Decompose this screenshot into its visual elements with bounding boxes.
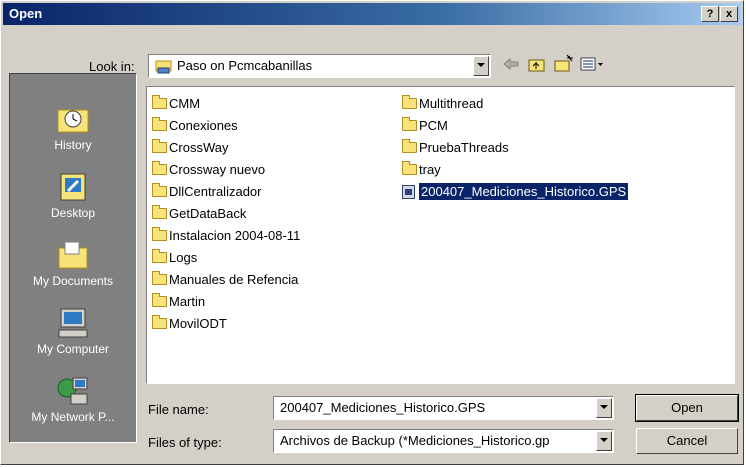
folder-icon <box>152 293 167 307</box>
file-type-value: Archivos de Backup (*Mediciones_Historic… <box>280 433 550 448</box>
up-one-level-icon[interactable] <box>527 54 547 74</box>
folder-item[interactable]: tray <box>401 159 628 181</box>
my-network-places-icon <box>57 377 88 405</box>
desktop-icon <box>60 173 86 201</box>
look-in-dropdown-button[interactable] <box>473 56 489 76</box>
places-my-network-label: My Network P... <box>31 410 115 424</box>
open-button[interactable]: Open <box>635 394 739 422</box>
folder-item[interactable]: GetDataBack <box>151 203 300 225</box>
folder-item[interactable]: MovilODT <box>151 313 300 335</box>
view-menu-icon[interactable] <box>579 54 605 74</box>
file-name-label: File name: <box>148 402 209 417</box>
file-item-selected[interactable]: 200407_Mediciones_Historico.GPS <box>401 181 629 203</box>
folder-icon <box>152 227 167 241</box>
folder-item[interactable]: Instalacion 2004-08-11 <box>151 225 300 247</box>
folder-icon <box>152 95 167 109</box>
folder-icon <box>152 183 167 197</box>
places-my-network[interactable]: My Network P... <box>10 374 136 424</box>
open-dialog: Open ? x Look in: Paso on Pcmcabanillas <box>0 0 744 465</box>
folder-item[interactable]: Crossway nuevo <box>151 159 300 181</box>
places-history-label: History <box>54 138 92 152</box>
folder-icon <box>152 139 167 153</box>
close-button[interactable]: x <box>720 6 738 22</box>
file-name-dropdown-button[interactable] <box>596 398 612 418</box>
file-list-column-1: CMM Conexiones CrossWay Crossway nuevo D… <box>151 93 300 335</box>
folder-item[interactable]: Conexiones <box>151 115 300 137</box>
places-my-documents[interactable]: My Documents <box>10 238 136 288</box>
folder-icon <box>152 161 167 175</box>
places-my-documents-label: My Documents <box>32 274 114 288</box>
folder-item[interactable]: DllCentralizador <box>151 181 300 203</box>
places-history[interactable]: History <box>10 102 136 152</box>
folder-item[interactable]: PruebaThreads <box>401 137 628 159</box>
folder-icon <box>402 161 417 175</box>
file-name-combo[interactable]: 200407_Mediciones_Historico.GPS <box>273 396 614 420</box>
look-in-combo[interactable]: Paso on Pcmcabanillas <box>148 54 491 78</box>
cancel-button[interactable]: Cancel <box>636 428 738 454</box>
file-type-label: Files of type: <box>148 435 222 450</box>
places-my-computer[interactable]: My Computer <box>10 306 136 356</box>
look-in-value: Paso on Pcmcabanillas <box>177 58 313 73</box>
title-bar[interactable]: Open ? x <box>3 3 741 25</box>
folder-icon <box>152 205 167 219</box>
back-arrow-icon[interactable] <box>501 54 521 74</box>
folder-icon <box>402 139 417 153</box>
folder-item[interactable]: Multithread <box>401 93 628 115</box>
places-my-computer-label: My Computer <box>36 342 110 356</box>
network-folder-icon <box>155 60 172 74</box>
file-list[interactable]: CMM Conexiones CrossWay Crossway nuevo D… <box>146 86 735 384</box>
places-desktop[interactable]: Desktop <box>10 170 136 220</box>
file-name-input[interactable]: 200407_Mediciones_Historico.GPS <box>280 400 485 415</box>
file-list-column-2: Multithread PCM PruebaThreads tray 20040… <box>401 93 629 203</box>
folder-icon <box>152 117 167 131</box>
look-in-label: Look in: <box>89 59 135 74</box>
folder-icon <box>402 95 417 109</box>
folder-item[interactable]: Martin <box>151 291 300 313</box>
folder-item[interactable]: PCM <box>401 115 628 137</box>
file-type-dropdown-button[interactable] <box>596 431 612 451</box>
folder-item[interactable]: CMM <box>151 93 300 115</box>
folder-icon <box>152 271 167 285</box>
new-folder-icon[interactable] <box>553 54 575 74</box>
help-button[interactable]: ? <box>701 6 719 22</box>
window-title: Open <box>9 6 43 21</box>
my-computer-icon <box>58 308 88 338</box>
folder-item[interactable]: Logs <box>151 247 300 269</box>
history-icon <box>57 109 89 133</box>
file-type-combo[interactable]: Archivos de Backup (*Mediciones_Historic… <box>273 429 614 453</box>
places-desktop-label: Desktop <box>50 206 96 220</box>
my-documents-icon <box>58 241 88 269</box>
folder-item[interactable]: Manuales de Refencia <box>151 269 300 291</box>
folder-item[interactable]: CrossWay <box>151 137 300 159</box>
places-bar: History Desktop My Documents My Computer… <box>9 73 137 443</box>
folder-icon <box>402 117 417 131</box>
gps-file-icon <box>402 185 415 199</box>
folder-icon <box>152 249 167 263</box>
folder-icon <box>152 315 167 329</box>
